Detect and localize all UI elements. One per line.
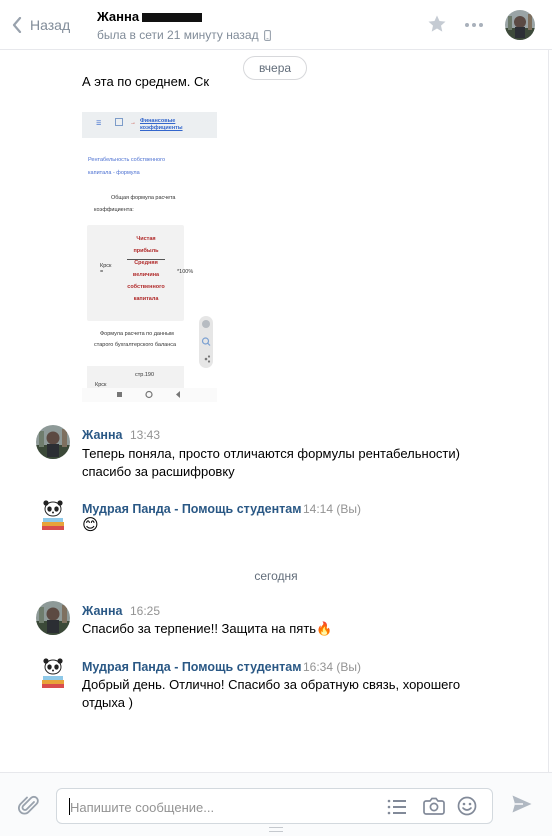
- message-time[interactable]: 16:25: [130, 604, 160, 618]
- fire-emoji: 🔥: [316, 621, 333, 636]
- message-text: Добрый день. Отлично! Спасибо за обратну…: [82, 677, 461, 710]
- redacted-surname: [142, 12, 203, 22]
- home-icon: [115, 118, 123, 126]
- contact-avatar[interactable]: [505, 10, 535, 40]
- message-input-box[interactable]: [56, 788, 493, 824]
- emoji-icon[interactable]: [457, 796, 477, 816]
- message-time[interactable]: 16:34 (Вы): [303, 660, 361, 674]
- mobile-icon: [263, 29, 271, 41]
- screenshot-android-nav: [82, 388, 217, 402]
- formula-card: Чистая прибыль Средняя величина собствен…: [87, 225, 193, 321]
- message-time[interactable]: 13:43: [130, 428, 160, 442]
- screenshot-navbar: ☰ → Финансовые коэффициенты: [82, 112, 217, 138]
- avatar[interactable]: [36, 425, 70, 459]
- avatar[interactable]: [36, 601, 70, 635]
- send-icon[interactable]: [511, 794, 533, 814]
- menu-icon: ☰: [96, 121, 102, 127]
- avatar[interactable]: [36, 656, 70, 690]
- emoji-smile: 😊: [82, 517, 99, 534]
- screenshot-statusbar: [82, 104, 217, 112]
- image-attachment[interactable]: ☰ → Финансовые коэффициенты Рентабельнос…: [82, 104, 217, 402]
- message-text: Спасибо за терпение!! Защита на пять🔥: [82, 621, 333, 636]
- back-button[interactable]: Назад: [12, 13, 70, 37]
- chat-header: Назад Жанна была в сети 21 минуту назад: [0, 0, 552, 50]
- scroll-edge: [548, 50, 549, 772]
- contact-name[interactable]: Жанна: [97, 9, 203, 24]
- online-status: была в сети 21 минуту назад: [97, 28, 271, 42]
- date-separator-yesterday: вчера: [243, 56, 307, 80]
- paperclip-icon[interactable]: [18, 793, 40, 817]
- chevron-left-icon: [12, 17, 22, 33]
- message-time[interactable]: 14:14 (Вы): [303, 502, 361, 516]
- message-text: Теперь поняла, просто отличаются формулы…: [82, 446, 460, 479]
- screenshot-side-tools: [199, 316, 213, 368]
- screenshot-nav-link: Финансовые коэффициенты: [140, 118, 183, 131]
- date-separator-today: сегодня: [254, 569, 298, 583]
- message-author[interactable]: Жанна: [82, 604, 122, 618]
- message-input[interactable]: [70, 797, 370, 817]
- avatar[interactable]: [36, 498, 70, 532]
- message-text: А эта по среднем. Ск: [82, 74, 210, 89]
- resize-handle[interactable]: [269, 827, 283, 832]
- camera-icon[interactable]: [423, 797, 445, 815]
- message-author[interactable]: Мудрая Панда - Помощь студентам: [82, 660, 301, 674]
- list-icon[interactable]: [387, 798, 407, 816]
- more-icon[interactable]: [464, 22, 484, 28]
- message-author[interactable]: Жанна: [82, 428, 122, 442]
- back-label: Назад: [30, 17, 71, 33]
- message-author[interactable]: Мудрая Панда - Помощь студентам: [82, 502, 301, 516]
- star-icon[interactable]: [427, 14, 447, 34]
